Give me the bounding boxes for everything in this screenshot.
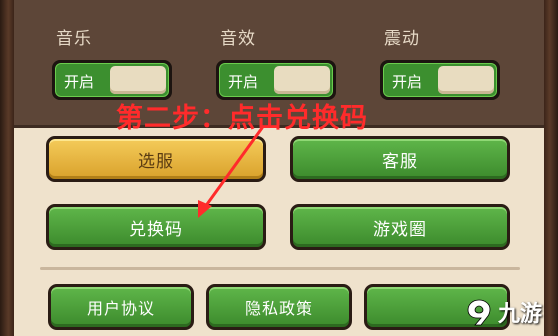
instruction-arrow-icon (198, 126, 264, 218)
watermark-text: 九游 (497, 302, 542, 327)
9-logo-icon (467, 299, 491, 326)
watermark: 九游 (464, 296, 542, 328)
